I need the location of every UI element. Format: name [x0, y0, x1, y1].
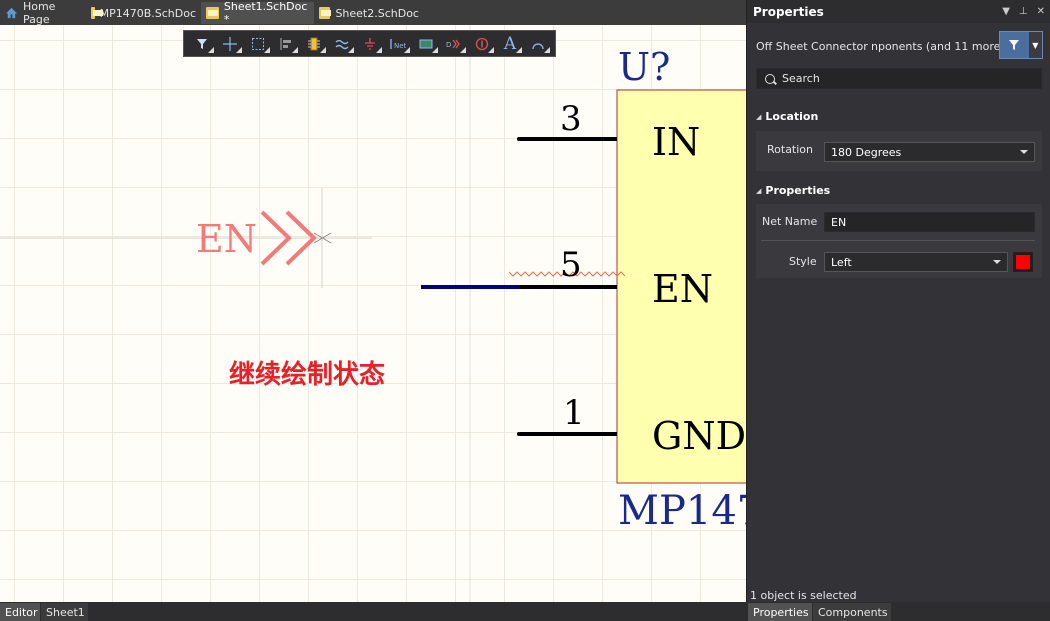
tab-editor[interactable]: Editor: [0, 603, 40, 621]
select-rect-icon[interactable]: [246, 34, 270, 54]
active-bar-toolbar: Net D A: [183, 30, 556, 57]
schdoc-icon: [319, 7, 332, 19]
designator-label[interactable]: U?: [618, 45, 670, 89]
rotation-value: 180 Degrees: [831, 145, 902, 159]
tab-label: MP1470B.SchDoc: [99, 6, 196, 20]
tab-sheet1[interactable]: Sheet1: [41, 603, 88, 621]
color-fill: [1016, 255, 1030, 269]
panel-header-controls: ▼ ⊥ ✕: [1002, 6, 1045, 17]
tab-label: Editor: [5, 605, 38, 619]
style-label: Style: [789, 255, 817, 268]
annotation-text: 继续绘制状态: [229, 360, 386, 390]
pin-3-name: IN: [652, 120, 700, 164]
collapse-triangle-icon: ◢: [756, 112, 762, 121]
tab-label: Sheet1: [46, 605, 85, 619]
chevron-down-icon: [1020, 150, 1028, 154]
panel-header: Properties ▼ ⊥ ✕: [747, 0, 1050, 23]
search-input[interactable]: [782, 72, 1022, 85]
section-properties-title: Properties: [765, 184, 831, 197]
home-icon: [5, 7, 18, 19]
panel-menu-icon[interactable]: ▼: [1002, 6, 1010, 17]
panel-title: Properties: [753, 4, 824, 19]
tab-label: Sheet1.SchDoc *: [223, 0, 308, 26]
section-properties-header[interactable]: ◢ Properties: [756, 184, 830, 197]
pin-5-name: EN: [652, 267, 713, 311]
schdoc-icon: [91, 7, 102, 19]
bus-icon[interactable]: [330, 34, 354, 54]
pin-1-number: 1: [563, 393, 585, 433]
net-label-icon[interactable]: Net: [386, 34, 410, 54]
section-location-title: Location: [765, 110, 819, 123]
ground-icon[interactable]: [358, 34, 382, 54]
net-name-label: Net Name: [762, 215, 818, 228]
tab-label: Sheet2.SchDoc: [335, 6, 419, 20]
style-color-swatch[interactable]: [1013, 252, 1033, 272]
collapse-triangle-icon: ◢: [756, 186, 762, 195]
filter-button[interactable]: ▼: [999, 31, 1043, 59]
chevron-down-icon: [993, 260, 1001, 264]
schematic-drawing: U? 3 IN 5 EN 1 GND MP147 EN: [0, 25, 746, 602]
pin-1-hotspot: [517, 432, 521, 436]
tab-mp1470b-schdoc[interactable]: MP1470B.SchDoc: [86, 2, 201, 24]
filter-summary: nponents (and 11 more): [871, 40, 1005, 53]
search-icon: [765, 73, 775, 84]
schematic-canvas[interactable]: U? 3 IN 5 EN 1 GND MP147 EN: [0, 25, 746, 602]
filter-object-type: Off Sheet Connector: [756, 40, 868, 53]
filter-icon: [1000, 32, 1029, 58]
tab-label: Components: [818, 605, 888, 619]
rotation-dropdown[interactable]: 180 Degrees: [824, 142, 1035, 162]
sheet-symbol-icon[interactable]: [414, 34, 438, 54]
pin-icon[interactable]: ⊥: [1019, 6, 1028, 17]
section-location-header[interactable]: ◢ Location: [756, 110, 818, 123]
svg-text:Net: Net: [394, 42, 406, 50]
tab-sheet2-schdoc[interactable]: Sheet2.SchDoc: [314, 2, 424, 24]
panel-tab-properties[interactable]: Properties: [748, 603, 812, 621]
svg-text:D: D: [446, 41, 451, 49]
chevron-down-icon[interactable]: ▼: [1028, 32, 1042, 58]
net-name-field[interactable]: EN: [824, 212, 1035, 232]
net-name-value: EN: [831, 215, 847, 229]
object-filter-row: Off Sheet Connector nponents (and 11 mor…: [747, 31, 1050, 61]
schdoc-icon: [206, 7, 219, 19]
document-tab-bar: Home Page MP1470B.SchDoc Sheet1.SchDoc *…: [0, 0, 746, 26]
arc-icon[interactable]: [526, 34, 550, 54]
pin-3-hotspot: [517, 137, 521, 141]
filter-icon[interactable]: [190, 34, 214, 54]
style-dropdown[interactable]: Left: [824, 252, 1008, 272]
panel-tab-components[interactable]: Components: [813, 603, 891, 621]
tab-sheet1-schdoc[interactable]: Sheet1.SchDoc *: [201, 0, 314, 26]
tab-label: Home Page: [22, 0, 56, 26]
close-icon[interactable]: ✕: [1037, 6, 1045, 17]
no-erc-icon[interactable]: [470, 34, 494, 54]
selection-status: 1 object is selected: [750, 589, 857, 602]
style-value: Left: [831, 255, 852, 269]
pin-3-number: 3: [560, 99, 582, 139]
divider: [761, 240, 1035, 241]
part-name-label[interactable]: MP147: [618, 488, 746, 534]
connector-net-label[interactable]: EN: [196, 217, 257, 261]
rotation-label: Rotation: [767, 143, 814, 156]
properties-panel: Properties ▼ ⊥ ✕ Off Sheet Connector npo…: [746, 0, 1050, 602]
pin-5-number: 5: [560, 245, 582, 285]
off-sheet-connector-icon[interactable]: D: [442, 34, 466, 54]
tab-label: Properties: [753, 605, 809, 619]
pin-1-name: GND: [652, 414, 746, 458]
crosshair-icon[interactable]: [218, 34, 242, 54]
text-icon[interactable]: A: [498, 34, 522, 54]
tab-home-page[interactable]: Home Page: [0, 0, 86, 26]
search-box[interactable]: [756, 68, 1042, 89]
align-icon[interactable]: [274, 34, 298, 54]
bottom-tab-bar: Editor Sheet1 Properties Components: [0, 602, 1050, 621]
part-icon[interactable]: [302, 34, 326, 54]
